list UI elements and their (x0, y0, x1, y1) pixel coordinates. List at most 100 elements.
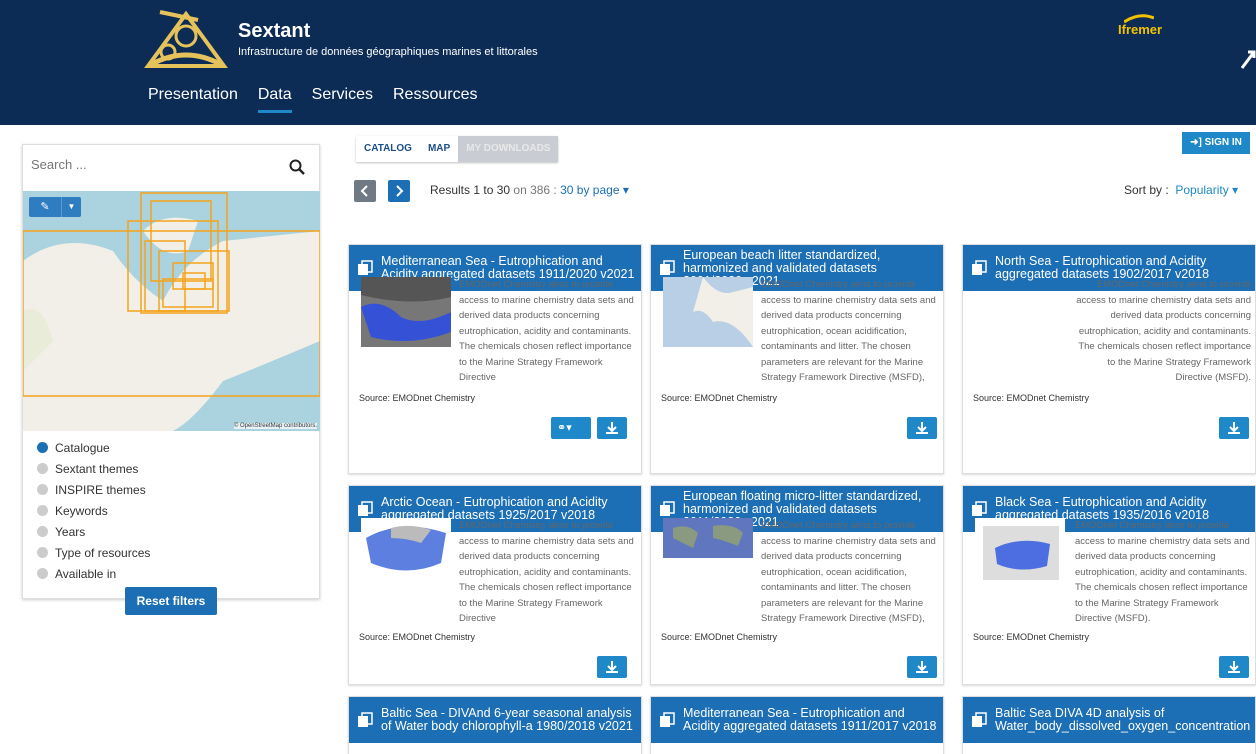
nav-data[interactable]: Data (257, 86, 292, 113)
download-button[interactable] (1219, 417, 1249, 439)
result-card[interactable]: North Sea - Eutrophication and Acidity a… (962, 244, 1256, 474)
download-button[interactable] (597, 417, 627, 439)
filter-label: Years (55, 524, 86, 539)
filter-sidebar: © OpenStreetMap contributors. ✎ ▼ Catalo… (22, 144, 320, 599)
sign-in-button[interactable]: ➜] SIGN IN (1182, 132, 1250, 154)
extent-map[interactable]: © OpenStreetMap contributors. (23, 191, 320, 431)
copy-icon (972, 260, 987, 275)
card-title: Baltic Sea - DIVAnd 6-year seasonal anal… (381, 706, 633, 733)
card-title: Mediterranean Sea - Eutrophication and A… (683, 706, 937, 733)
filter-available-in[interactable]: Available in (37, 563, 150, 584)
filter-label: Available in (55, 566, 117, 581)
edit-icon: ✎ (40, 201, 50, 213)
card-header[interactable]: Mediterranean Sea - Eutrophication and A… (651, 697, 943, 743)
links-button[interactable]: ⚭▾ (551, 417, 591, 439)
filter-keywords[interactable]: Keywords (37, 500, 150, 521)
dataset-thumbnail[interactable] (361, 518, 451, 588)
download-button[interactable] (907, 656, 937, 678)
card-source: Source: EMODnet Chemistry (973, 632, 1090, 642)
search-input[interactable] (31, 157, 281, 172)
filter-label: INSPIRE themes (55, 482, 146, 497)
nav-services[interactable]: Services (312, 86, 373, 113)
download-button[interactable] (597, 656, 627, 678)
copy-icon (660, 501, 675, 516)
filter-type-of-resources[interactable]: Type of resources (37, 542, 150, 563)
nav-ressources[interactable]: Ressources (393, 86, 477, 113)
next-page-button[interactable] (388, 180, 410, 202)
download-button[interactable] (907, 417, 937, 439)
card-header[interactable]: Baltic Sea - DIVAnd 6-year seasonal anal… (349, 697, 641, 743)
per-page-label: 30 by page (560, 183, 620, 197)
card-description: EMODnet Chemistry aims to provide access… (1075, 520, 1250, 624)
card-source: Source: EMODnet Chemistry (359, 393, 476, 403)
result-card[interactable]: Mediterranean Sea - Eutrophication and A… (650, 696, 944, 754)
site-title[interactable]: Sextant (238, 20, 310, 43)
link-icon: ⚭▾ (557, 422, 572, 434)
expand-icon (37, 484, 48, 495)
card-source: Source: EMODnet Chemistry (973, 393, 1090, 403)
download-icon (606, 422, 618, 434)
filter-sextant-themes[interactable]: Sextant themes (37, 458, 150, 479)
map-draw-button[interactable]: ✎ ▼ (29, 197, 81, 217)
reset-filters-button[interactable]: Reset filters (125, 587, 217, 615)
result-card[interactable]: Arctic Ocean - Eutrophication and Acidit… (348, 485, 642, 685)
dataset-thumbnail[interactable] (975, 518, 1065, 588)
tab-map[interactable]: MAP (419, 136, 459, 162)
card-source: Source: EMODnet Chemistry (661, 393, 778, 403)
external-arrow-icon[interactable] (1240, 46, 1256, 70)
result-card[interactable]: European beach litter standardized, harm… (650, 244, 944, 474)
tab-catalog[interactable]: CATALOG (356, 136, 420, 162)
dataset-thumbnail[interactable] (663, 518, 753, 588)
caret-down-icon: ▾ (1232, 183, 1239, 197)
tab-my-downloads[interactable]: MY DOWNLOADS (458, 136, 559, 162)
nav-presentation[interactable]: Presentation (148, 86, 238, 113)
expand-icon (37, 505, 48, 516)
card-description: EMODnet Chemistry aims to provide access… (761, 279, 936, 383)
filter-years[interactable]: Years (37, 521, 150, 542)
copy-icon (358, 260, 373, 275)
download-icon (916, 422, 928, 434)
expand-icon (37, 568, 48, 579)
card-source: Source: EMODnet Chemistry (661, 632, 778, 642)
copy-icon (972, 712, 987, 727)
card-description: EMODnet Chemistry aims to provide access… (459, 520, 634, 624)
card-description: EMODnet Chemistry aims to provide access… (1076, 279, 1251, 383)
download-icon (1228, 422, 1240, 434)
filter-label: Sextant themes (55, 461, 139, 476)
dataset-thumbnail[interactable] (361, 277, 451, 347)
card-header[interactable]: Baltic Sea DIVA 4D analysis of Water_bod… (963, 697, 1255, 743)
card-description: EMODnet Chemistry aims to provide access… (761, 520, 936, 624)
filter-inspire-themes[interactable]: INSPIRE themes (37, 479, 150, 500)
prev-page-button[interactable] (354, 180, 376, 202)
sort-value: Popularity (1175, 183, 1229, 197)
chevron-left-icon (360, 185, 368, 197)
filter-label: Catalogue (55, 440, 110, 455)
download-icon (606, 661, 618, 673)
card-source: Source: EMODnet Chemistry (359, 632, 476, 642)
ifremer-logo[interactable]: Ifremer (1118, 22, 1162, 37)
copy-icon (358, 501, 373, 516)
filter-catalogue[interactable]: Catalogue (37, 437, 150, 458)
card-title: Baltic Sea DIVA 4D analysis of Water_bod… (995, 706, 1251, 733)
card-description: EMODnet Chemistry aims to provide access… (459, 279, 634, 383)
result-card[interactable]: Black Sea - Eutrophication and Acidity a… (962, 485, 1256, 685)
dataset-thumbnail[interactable] (663, 277, 753, 347)
download-button[interactable] (1219, 656, 1249, 678)
download-icon (1228, 661, 1240, 673)
result-card[interactable]: European floating micro-litter standardi… (650, 485, 944, 685)
sort-dropdown[interactable]: Popularity ▾ (1175, 183, 1238, 197)
copy-icon (972, 501, 987, 516)
sextant-logo[interactable] (138, 6, 234, 70)
results-summary: Results 1 to 30 on 386 : 30 by page ▾ (430, 183, 629, 197)
filter-list: Catalogue Sextant themes INSPIRE themes … (37, 437, 150, 584)
map-attribution: © OpenStreetMap contributors. (233, 423, 317, 429)
per-page-dropdown[interactable]: 30 by page ▾ (560, 183, 629, 197)
copy-icon (660, 260, 675, 275)
sort-label: Sort by : (1124, 183, 1169, 197)
copy-icon (660, 712, 675, 727)
result-card[interactable]: Baltic Sea - DIVAnd 6-year seasonal anal… (348, 696, 642, 754)
result-card[interactable]: Mediterranean Sea - Eutrophication and A… (348, 244, 642, 474)
result-card[interactable]: Baltic Sea DIVA 4D analysis of Water_bod… (962, 696, 1256, 754)
sign-in-label: SIGN IN (1204, 137, 1242, 148)
search-icon[interactable] (289, 159, 305, 175)
